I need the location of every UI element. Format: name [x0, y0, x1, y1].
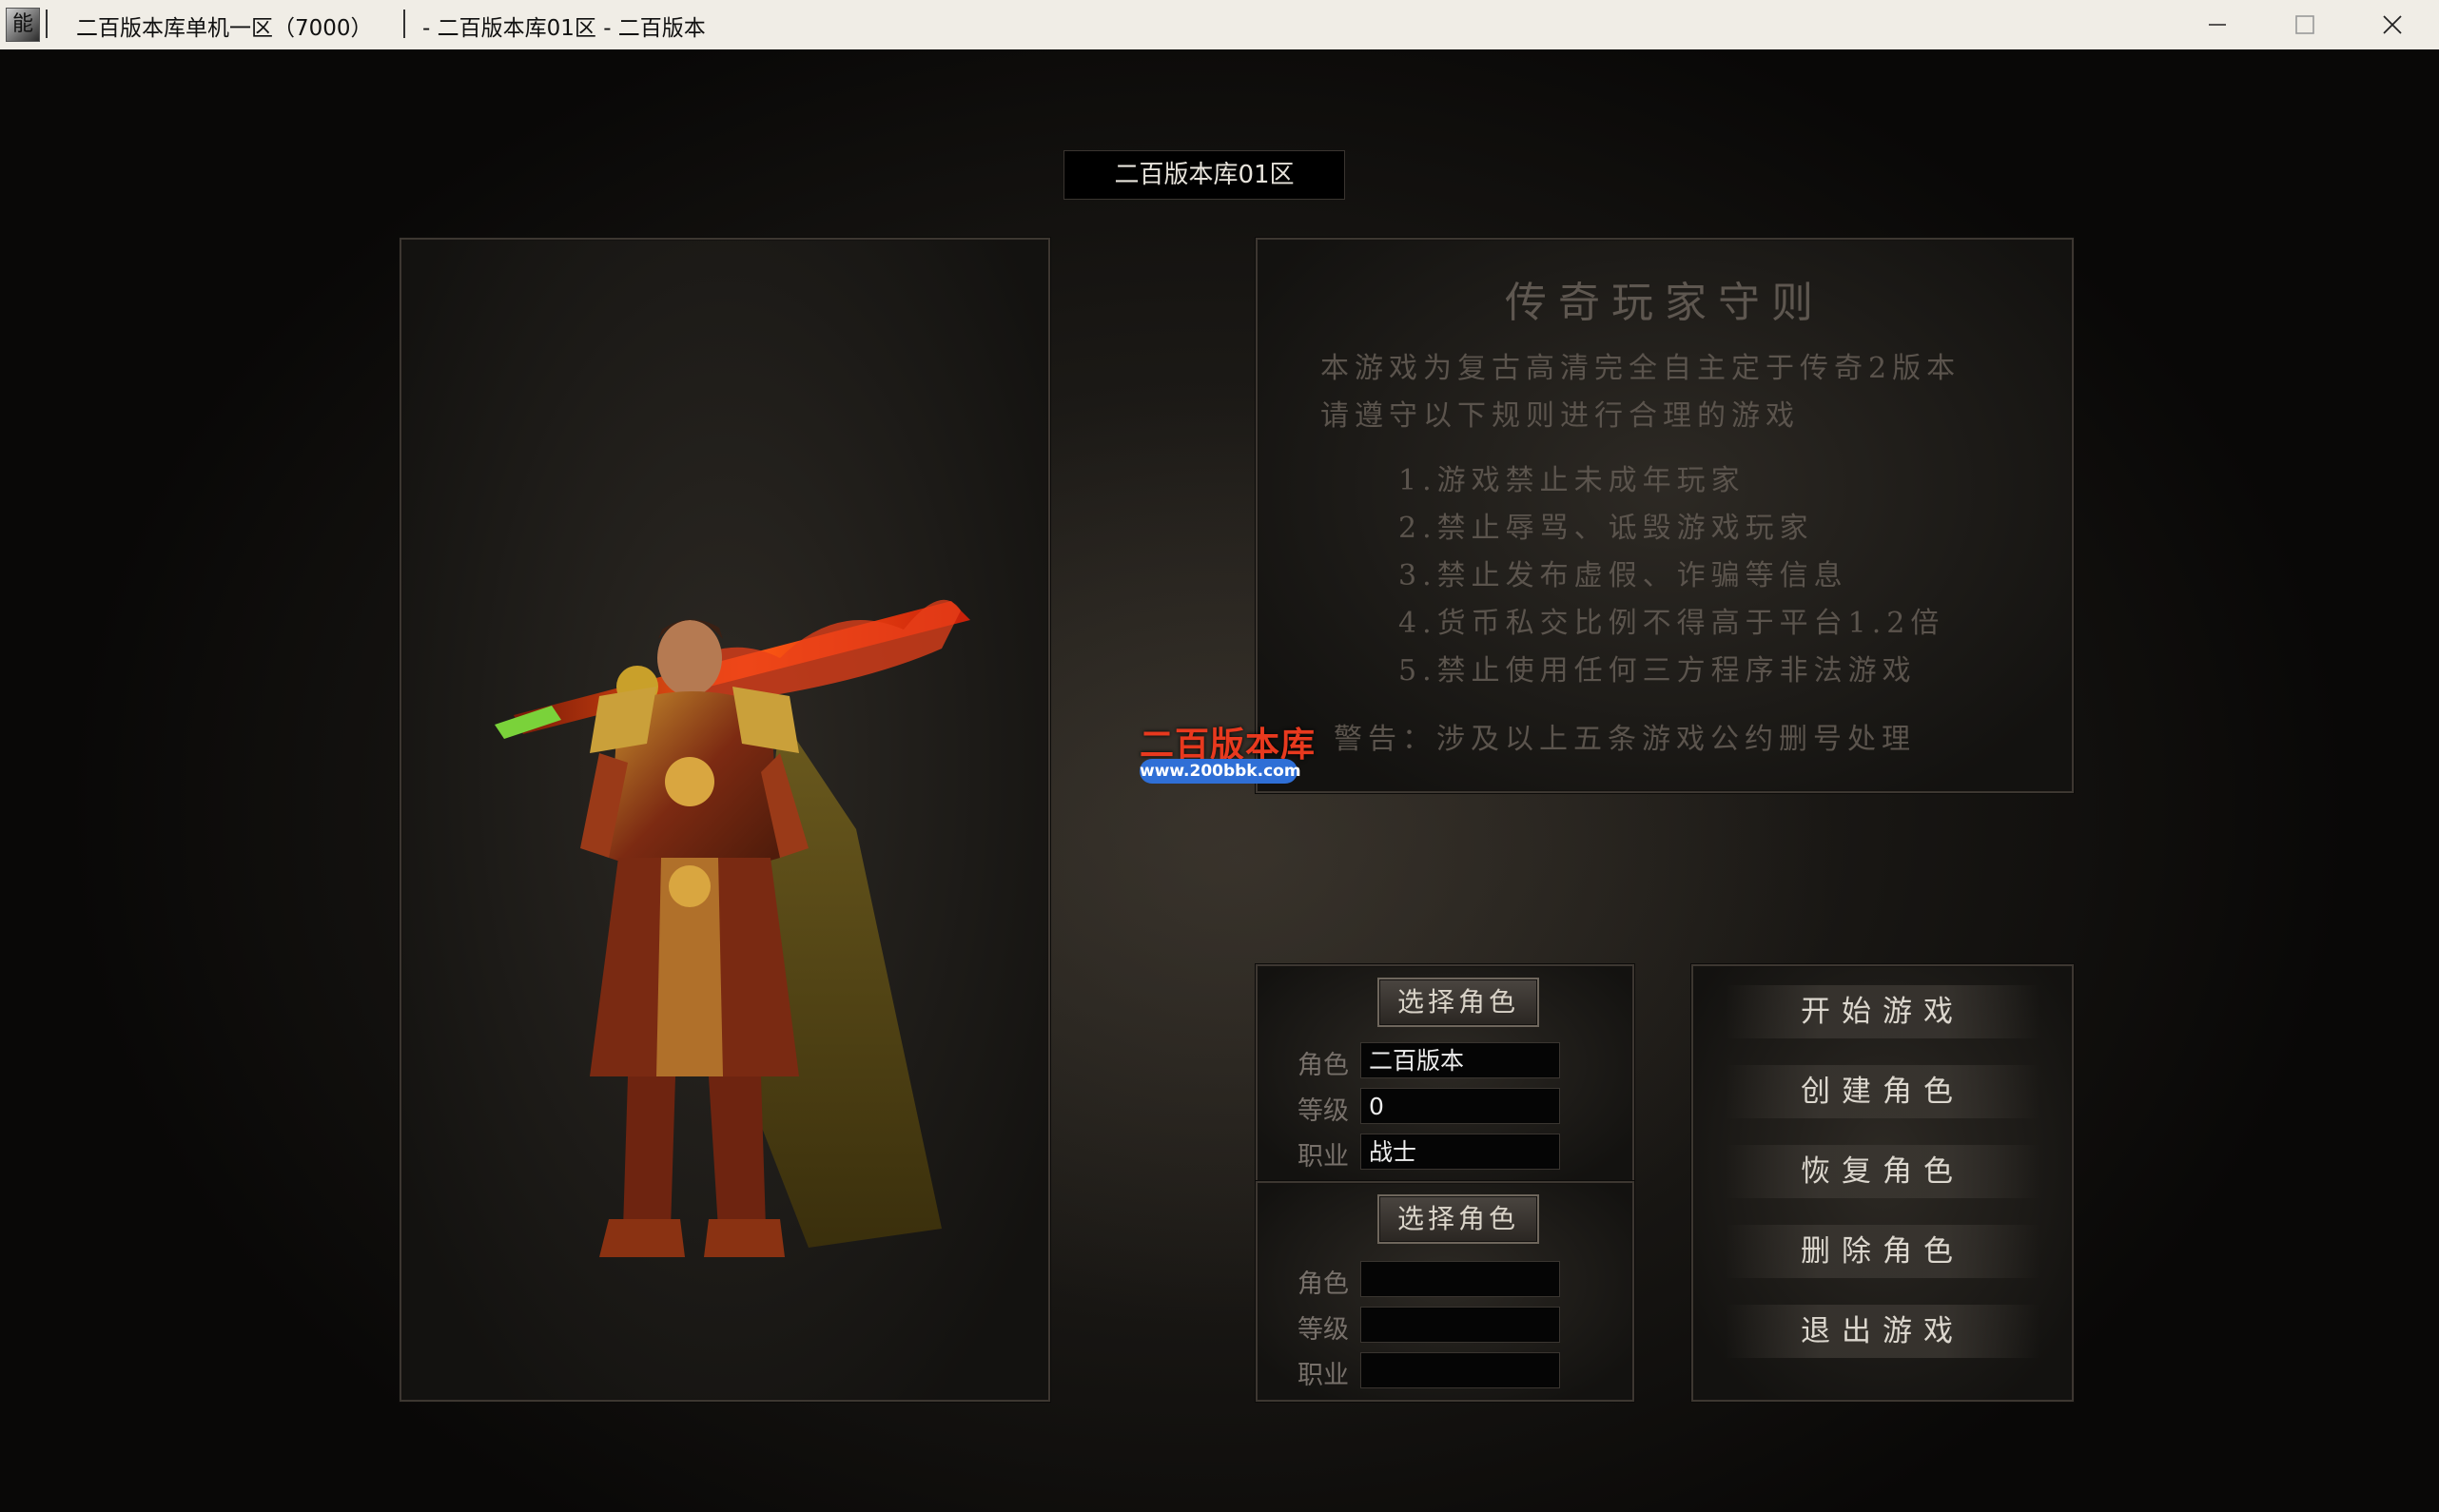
- level-label: 等级: [1298, 1096, 1349, 1126]
- close-icon: [2383, 15, 2402, 34]
- rules-intro-line: 本游戏为复古高清完全自主定于传奇2版本: [1320, 352, 1961, 385]
- close-button[interactable]: [2350, 0, 2435, 49]
- class-field: [1360, 1352, 1560, 1388]
- minimize-icon: [2209, 24, 2226, 26]
- role-field: [1360, 1261, 1560, 1297]
- maximize-icon: [2295, 15, 2314, 34]
- class-field: 战士: [1360, 1134, 1560, 1170]
- class-label: 职业: [1298, 1361, 1349, 1390]
- window-titlebar: 能 二百版本库单机一区（7000） - 二百版本库01区 - 二百版本: [0, 0, 2439, 50]
- select-character-button[interactable]: 选择角色: [1377, 978, 1539, 1027]
- level-label: 等级: [1298, 1315, 1349, 1345]
- rules-item: 2.禁止辱骂、诋毁游戏玩家: [1398, 512, 1814, 545]
- player-rules-panel: 传奇玩家守则 本游戏为复古高清完全自主定于传奇2版本 请遵守以下规则进行合理的游…: [1256, 238, 2074, 793]
- select-character-button[interactable]: 选择角色: [1377, 1194, 1539, 1244]
- role-label: 角色: [1298, 1270, 1349, 1299]
- game-client: 二百版本库01区 传奇玩家守则 本游戏为复古高清完全自主定于传奇2版本 请遵守以…: [0, 49, 2439, 1512]
- class-label: 职业: [1298, 1142, 1349, 1172]
- titlebar-separator: [403, 10, 405, 38]
- level-field: [1360, 1307, 1560, 1343]
- main-menu-panel: 开始游戏 创建角色 恢复角色 删除角色 退出游戏: [1691, 964, 2074, 1402]
- watermark-url: www.200bbk.com: [1140, 759, 1301, 784]
- role-label: 角色: [1298, 1051, 1349, 1080]
- rules-item: 3.禁止发布虚假、诈骗等信息: [1398, 559, 1848, 592]
- delete-character-button[interactable]: 删除角色: [1726, 1225, 2039, 1278]
- rules-item: 4.货币私交比例不得高于平台1.2倍: [1398, 607, 1945, 640]
- minimize-button[interactable]: [2175, 0, 2260, 49]
- restore-character-button[interactable]: 恢复角色: [1726, 1145, 2039, 1198]
- server-name-box: 二百版本库01区: [1063, 150, 1345, 200]
- window-title: - 二百版本库01区 - 二百版本: [422, 16, 706, 41]
- level-field: 0: [1360, 1088, 1560, 1124]
- rules-title: 传奇玩家守则: [1505, 279, 1824, 327]
- maximize-button[interactable]: [2262, 0, 2348, 49]
- character-slot-1: 选择角色 角色 二百版本 等级 0 职业 战士: [1256, 964, 1634, 1185]
- titlebar-separator: [46, 10, 48, 38]
- create-character-button[interactable]: 创建角色: [1726, 1065, 2039, 1118]
- app-icon[interactable]: 能: [6, 8, 40, 42]
- exit-game-button[interactable]: 退出游戏: [1726, 1305, 2039, 1358]
- start-game-button[interactable]: 开始游戏: [1726, 985, 2039, 1038]
- rules-item: 1.游戏禁止未成年玩家: [1398, 464, 1746, 497]
- character-slot-2: 选择角色 角色 等级 职业: [1256, 1181, 1634, 1402]
- rules-item: 5.禁止使用任何三方程序非法游戏: [1398, 654, 1917, 688]
- role-field: 二百版本: [1360, 1042, 1560, 1078]
- warrior-character-image: [495, 599, 970, 1257]
- server-title: 二百版本库单机一区（7000）: [76, 16, 373, 41]
- rules-intro-line: 请遵守以下规则进行合理的游戏: [1320, 399, 1800, 433]
- rules-warning: 警告：涉及以上五条游戏公约删号处理: [1334, 723, 1916, 756]
